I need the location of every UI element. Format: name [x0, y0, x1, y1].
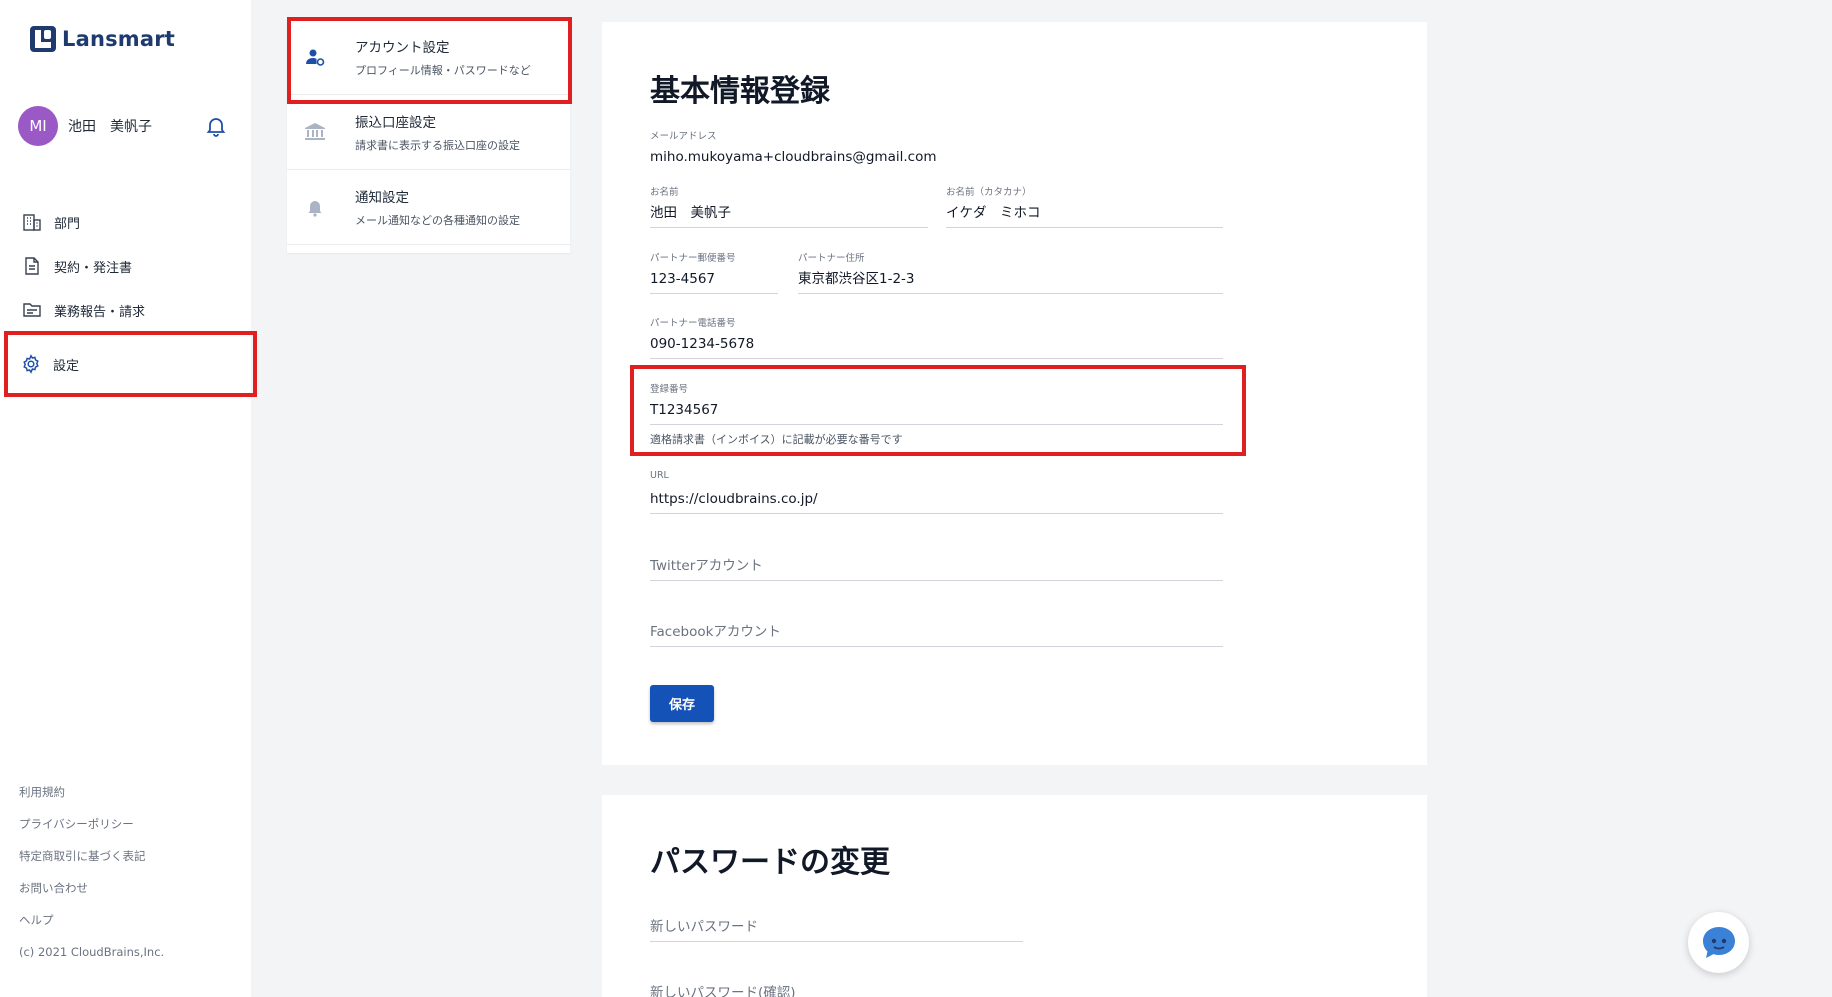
- submenu-item-bank[interactable]: 振込口座設定 請求書に表示する振込口座の設定: [287, 95, 570, 170]
- submenu-title: 通知設定: [355, 190, 409, 206]
- confirm-password-field[interactable]: 新しいパスワード(確認): [650, 980, 1023, 997]
- logo[interactable]: Lansmart: [30, 26, 175, 52]
- chat-support-button[interactable]: [1688, 912, 1749, 973]
- url-input[interactable]: https://cloudbrains.co.jp/: [650, 486, 1223, 514]
- submenu-item-notification[interactable]: 通知設定 メール通知などの各種通知の設定: [287, 170, 570, 245]
- password-card: パスワードの変更 新しいパスワード 新しいパスワード(確認): [602, 795, 1427, 997]
- submenu-title: 振込口座設定: [355, 115, 436, 131]
- sidebar-item-department[interactable]: 部門: [0, 200, 251, 244]
- email-value: miho.mukoyama+cloudbrains@gmail.com: [650, 149, 937, 165]
- phone-field[interactable]: パートナー電話番号 090-1234-5678: [650, 315, 1223, 359]
- logo-mark-icon: [30, 26, 56, 52]
- footer-link-commerce[interactable]: 特定商取引に基づく表記: [19, 846, 164, 878]
- sidebar-item-label: 業務報告・請求: [54, 304, 146, 320]
- phone-input[interactable]: 090-1234-5678: [650, 331, 1223, 359]
- user-name: 池田 美帆子: [68, 119, 152, 135]
- kana-label: お名前（カタカナ）: [946, 187, 1032, 198]
- url-field[interactable]: URL https://cloudbrains.co.jp/: [650, 470, 1223, 514]
- submenu-item-account[interactable]: アカウント設定 プロフィール情報・パスワードなど: [287, 20, 570, 95]
- confirm-password-input[interactable]: 新しいパスワード(確認): [650, 980, 1023, 997]
- email-label: メールアドレス: [650, 131, 717, 142]
- sidebar-item-contracts[interactable]: 契約・発注書: [0, 244, 251, 288]
- save-button[interactable]: 保存: [650, 685, 714, 722]
- copyright: (c) 2021 CloudBrains,Inc.: [19, 945, 165, 959]
- basic-info-card: 基本情報登録 メールアドレス miho.mukoyama+cloudbrains…: [602, 22, 1427, 765]
- zip-label: パートナー郵便番号: [650, 253, 736, 264]
- address-label: パートナー住所: [798, 253, 865, 264]
- new-password-field[interactable]: 新しいパスワード: [650, 914, 1023, 942]
- chat-bot-icon: [1702, 926, 1735, 958]
- sidebar-nav: 部門 契約・発注書 業務報告・請求 設定: [0, 200, 251, 374]
- twitter-input[interactable]: Twitterアカウント: [650, 553, 1223, 581]
- settings-submenu: アカウント設定 プロフィール情報・パスワードなど 振込口座設定 請求書に表示する…: [287, 20, 570, 253]
- logo-text: Lansmart: [62, 27, 176, 51]
- password-title: パスワードの変更: [650, 845, 890, 880]
- building-icon: [23, 214, 41, 231]
- submenu-title: アカウント設定: [355, 40, 450, 56]
- footer-links: 利用規約 プライバシーポリシー 特定商取引に基づく表記 お問い合わせ ヘルプ (…: [19, 782, 164, 974]
- zip-field[interactable]: パートナー郵便番号 123-4567: [650, 250, 778, 294]
- new-password-input[interactable]: 新しいパスワード: [650, 914, 1023, 942]
- registration-number-input[interactable]: T1234567: [650, 397, 1223, 425]
- kana-field[interactable]: お名前（カタカナ） イケダ ミホコ: [946, 184, 1223, 228]
- folder-icon: [23, 303, 41, 317]
- bell-icon: [308, 201, 322, 217]
- registration-number-label: 登録番号: [650, 384, 689, 395]
- user-row: MI 池田 美帆子: [18, 106, 228, 146]
- url-label: URL: [650, 470, 669, 481]
- sidebar-item-label: 部門: [54, 216, 81, 232]
- bell-icon[interactable]: [204, 114, 228, 138]
- sidebar-item-label: 契約・発注書: [54, 260, 133, 276]
- submenu-desc: プロフィール情報・パスワードなど: [355, 64, 531, 77]
- gear-icon: [23, 354, 39, 374]
- bank-icon: [305, 123, 325, 140]
- facebook-field[interactable]: Facebookアカウント: [650, 619, 1223, 647]
- address-input[interactable]: 東京都渋谷区1-2-3: [798, 266, 1223, 294]
- zip-input[interactable]: 123-4567: [650, 266, 778, 294]
- page-title: 基本情報登録: [650, 74, 830, 109]
- submenu-desc: 請求書に表示する振込口座の設定: [355, 139, 520, 152]
- registration-number-field[interactable]: 登録番号 T1234567 適格請求書（インボイス）に記載が必要な番号です: [650, 381, 1223, 447]
- kana-input[interactable]: イケダ ミホコ: [946, 200, 1223, 228]
- sidebar-item-reports[interactable]: 業務報告・請求: [0, 288, 251, 332]
- user-gear-icon: [306, 49, 325, 66]
- facebook-input[interactable]: Facebookアカウント: [650, 619, 1223, 647]
- phone-label: パートナー電話番号: [650, 318, 736, 329]
- footer-link-help[interactable]: ヘルプ: [19, 910, 164, 942]
- document-icon: [25, 257, 39, 275]
- name-label: お名前: [650, 187, 679, 198]
- email-field: メールアドレス miho.mukoyama+cloudbrains@gmail.…: [650, 128, 1050, 172]
- submenu-desc: メール通知などの各種通知の設定: [355, 214, 520, 227]
- footer-link-terms[interactable]: 利用規約: [19, 782, 164, 814]
- sidebar-item-label: 設定: [53, 358, 80, 374]
- twitter-field[interactable]: Twitterアカウント: [650, 553, 1223, 581]
- name-field[interactable]: お名前 池田 美帆子: [650, 184, 928, 228]
- footer-link-contact[interactable]: お問い合わせ: [19, 878, 164, 910]
- registration-number-help: 適格請求書（インボイス）に記載が必要な番号です: [650, 433, 903, 446]
- address-field[interactable]: パートナー住所 東京都渋谷区1-2-3: [798, 250, 1223, 294]
- submenu-spacer: [287, 245, 570, 253]
- footer-link-privacy[interactable]: プライバシーポリシー: [19, 814, 164, 846]
- sidebar-item-settings[interactable]: 設定: [5, 332, 256, 396]
- name-input[interactable]: 池田 美帆子: [650, 200, 928, 228]
- avatar[interactable]: MI: [18, 106, 58, 146]
- sidebar: Lansmart MI 池田 美帆子 部門 契約・発注書 業務報告・請求 設定 …: [0, 0, 251, 997]
